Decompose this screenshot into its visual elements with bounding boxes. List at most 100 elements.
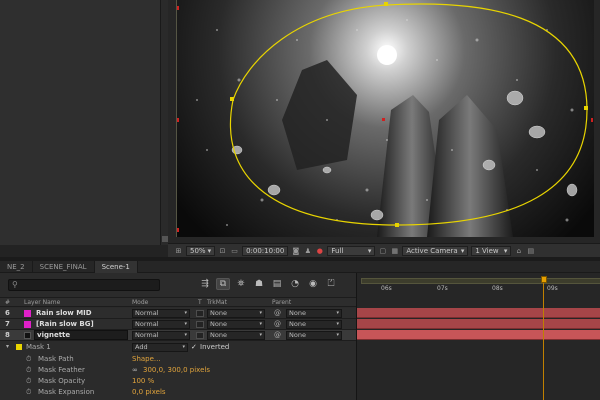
mask-name[interactable]: Mask 1 [26,343,51,351]
tab-ne2[interactable]: NE_2 [0,261,33,273]
search-input[interactable]: ⚲ [8,279,160,291]
tab-scene-final[interactable]: SCENE_FINAL [33,261,95,273]
label-color-swatch[interactable] [24,321,31,328]
trkmat-dropdown[interactable]: None ▾ [207,331,265,340]
stopwatch-icon[interactable]: ⏱ [26,355,31,364]
channel-icon[interactable]: ● [315,246,324,255]
time-ruler[interactable]: 06s 07s 08s 09s [357,273,600,297]
parent-dropdown[interactable]: None ▾ [286,331,342,340]
pickwhip-icon[interactable]: @ [274,309,282,317]
stopwatch-icon[interactable]: ⏱ [26,388,31,397]
safe-margins-icon[interactable]: ⊡ [218,246,227,255]
mode-value: Normal [135,320,159,328]
current-time-indicator[interactable] [541,276,547,283]
layer-name[interactable]: [Rain slow BG] [36,320,94,328]
brainstorm-icon[interactable]: ◉ [306,278,320,290]
pickwhip-icon[interactable]: @ [274,320,282,328]
chevron-down-icon: ▾ [336,321,339,327]
pickwhip-icon[interactable]: @ [274,331,282,339]
mask-row[interactable]: ▾ Mask 1 Add ▾ ✓ Inverted [0,342,356,353]
timeline-layers-panel: ⚲ ⇶ ⧉ ⛯ ☗ ▤ ◔ ◉ ⏍ # Layer Name Mode T Tr… [0,273,356,400]
preserve-transparency-checkbox[interactable] [196,332,204,339]
column-header: # Layer Name Mode T TrkMat Parent [0,297,356,307]
mask-expansion-row[interactable]: ⏱ Mask Expansion 0,0 pixels [0,387,356,398]
hide-shy-icon[interactable]: ☗ [252,278,266,290]
composition-viewer[interactable] [176,0,594,237]
comp-mini-flowchart-icon[interactable]: ⇶ [198,278,212,290]
chevron-down-icon: ▾ [259,332,262,338]
project-scrollbar[interactable] [160,0,168,245]
preserve-transparency-checkbox[interactable] [196,321,204,328]
parent-dropdown[interactable]: None ▾ [286,309,342,318]
property-name: Mask Expansion [38,388,95,396]
label-color-swatch[interactable] [24,310,31,317]
zoom-value: 50% [190,246,206,255]
col-layer-name[interactable]: Layer Name [24,299,60,306]
timeline-icon[interactable]: ▤ [526,246,535,255]
mask-feather-row[interactable]: ⏱ Mask Feather ∞ 300,0, 300,0 pixels [0,365,356,376]
timecode-display[interactable]: 0:00:10:00 [242,245,289,256]
always-preview-icon[interactable]: ⊞ [174,246,183,255]
transparency-grid-icon[interactable]: ▦ [390,246,399,255]
mode-dropdown[interactable]: Normal ▾ [132,320,190,329]
tick-label: 09s [547,285,558,292]
property-value[interactable]: 0,0 pixels [132,388,166,396]
layer-row[interactable]: 6 Rain slow MID Normal ▾ None ▾ @ None ▾ [0,308,356,319]
region-of-interest-icon[interactable]: ▢ [378,246,387,255]
col-parent[interactable]: Parent [272,299,291,306]
snapshot-icon[interactable]: ◙ [291,246,300,255]
layer-duration-bar[interactable] [357,319,600,329]
mask-color-swatch[interactable] [16,344,22,350]
chevron-down-icon: ▾ [182,344,185,350]
layer-name-input[interactable]: vignette [34,330,128,340]
mode-dropdown[interactable]: Normal ▾ [132,331,190,340]
preserve-transparency-checkbox[interactable] [196,310,204,317]
mask-mode-dropdown[interactable]: Add ▾ [132,343,188,352]
layer-duration-bar[interactable] [357,308,600,318]
live-update-icon[interactable]: ⧉ [216,278,230,290]
parent-dropdown[interactable]: None ▾ [286,320,342,329]
tick-label: 08s [492,285,503,292]
camera-dropdown[interactable]: Active Camera ▾ [402,245,469,256]
resolution-value: Full [331,246,344,255]
mask-visibility-icon[interactable]: ▭ [230,246,239,255]
col-number: # [5,299,11,306]
layer-duration-bar[interactable] [357,330,600,340]
mask-opacity-row[interactable]: ⏱ Mask Opacity 100 % [0,376,356,387]
frame-blending-icon[interactable]: ▤ [270,278,284,290]
layer-number: 6 [5,309,10,317]
property-value[interactable]: 100 % [132,377,154,385]
expand-triangle-icon[interactable]: ▾ [6,343,9,350]
fast-preview-icon[interactable]: ⌂ [514,246,523,255]
property-value[interactable]: 300,0, 300,0 pixels [143,366,210,374]
search-icon: ⚲ [12,280,18,289]
stopwatch-icon[interactable]: ⏱ [26,366,31,375]
show-snapshot-icon[interactable]: ♟ [303,246,312,255]
zoom-dropdown[interactable]: 50% ▾ [186,245,216,256]
layer-name[interactable]: Rain slow MID [36,309,92,317]
label-color-swatch[interactable] [24,332,31,339]
tab-scene-1[interactable]: Scene-1 [94,261,138,273]
checkmark-icon[interactable]: ✓ [191,343,197,351]
layer-row[interactable]: 7 [Rain slow BG] Normal ▾ None ▾ @ None ▾ [0,319,356,330]
col-trkmat[interactable]: TrkMat [207,299,227,306]
resolution-dropdown[interactable]: Full ▾ [327,245,376,256]
parent-value: None [289,331,306,339]
chevron-down-icon: ▾ [184,321,187,327]
draft-3d-icon[interactable]: ⛯ [234,278,248,290]
trkmat-dropdown[interactable]: None ▾ [207,309,265,318]
mask-path-row[interactable]: ⏱ Mask Path Shape... [0,354,356,365]
graph-editor-icon[interactable]: ⏍ [324,278,338,290]
work-area-bar[interactable] [361,278,600,284]
views-value: 1 View [475,246,499,255]
motion-blur-icon[interactable]: ◔ [288,278,302,290]
trkmat-dropdown[interactable]: None ▾ [207,320,265,329]
viewer-toolbar: ⊞ 50% ▾ ⊡ ▭ 0:00:10:00 ◙ ♟ ● Full ▾ ▢ ▦ Ac… [168,243,600,257]
link-icon[interactable]: ∞ [132,366,138,374]
stopwatch-icon[interactable]: ⏱ [26,377,31,386]
col-mode[interactable]: Mode [132,299,148,306]
mode-dropdown[interactable]: Normal ▾ [132,309,190,318]
views-dropdown[interactable]: 1 View ▾ [471,245,512,256]
property-value[interactable]: Shape... [132,355,161,363]
layer-row[interactable]: 8 vignette Normal ▾ None ▾ @ None ▾ [0,330,356,341]
